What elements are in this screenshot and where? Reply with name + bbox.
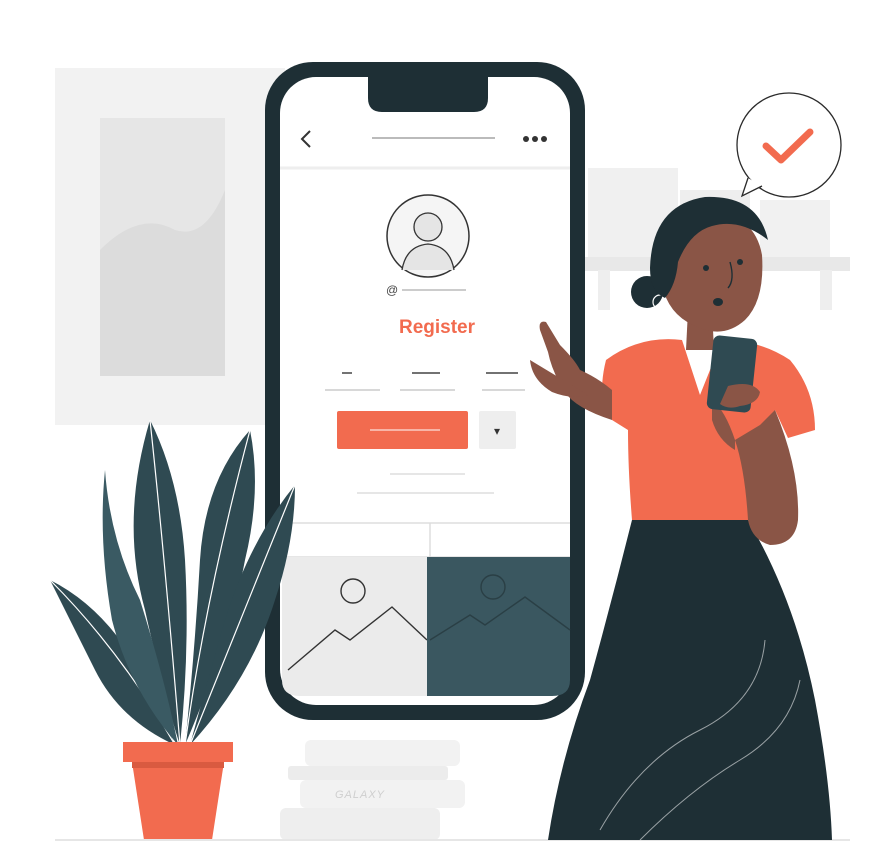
at-symbol: @ [386, 283, 398, 297]
phone: @ Register ▾ [265, 62, 585, 720]
book-spine-text: GALAXY [335, 789, 385, 801]
illustration: @ Register ▾ GALAXY [49, 62, 850, 841]
chevron-down-icon: ▾ [494, 424, 500, 438]
more-menu-icon [523, 136, 547, 142]
image-placeholder-dark-icon [427, 557, 571, 696]
plant [49, 419, 296, 840]
speech-bubble [736, 92, 842, 198]
avatar-icon [386, 194, 470, 278]
register-button[interactable] [337, 411, 468, 449]
background-picture-frame [55, 68, 285, 425]
register-title: Register [399, 317, 476, 338]
books: GALAXY [280, 740, 465, 840]
dropdown-button[interactable]: ▾ [479, 411, 516, 449]
image-placeholder-icon [282, 557, 428, 696]
